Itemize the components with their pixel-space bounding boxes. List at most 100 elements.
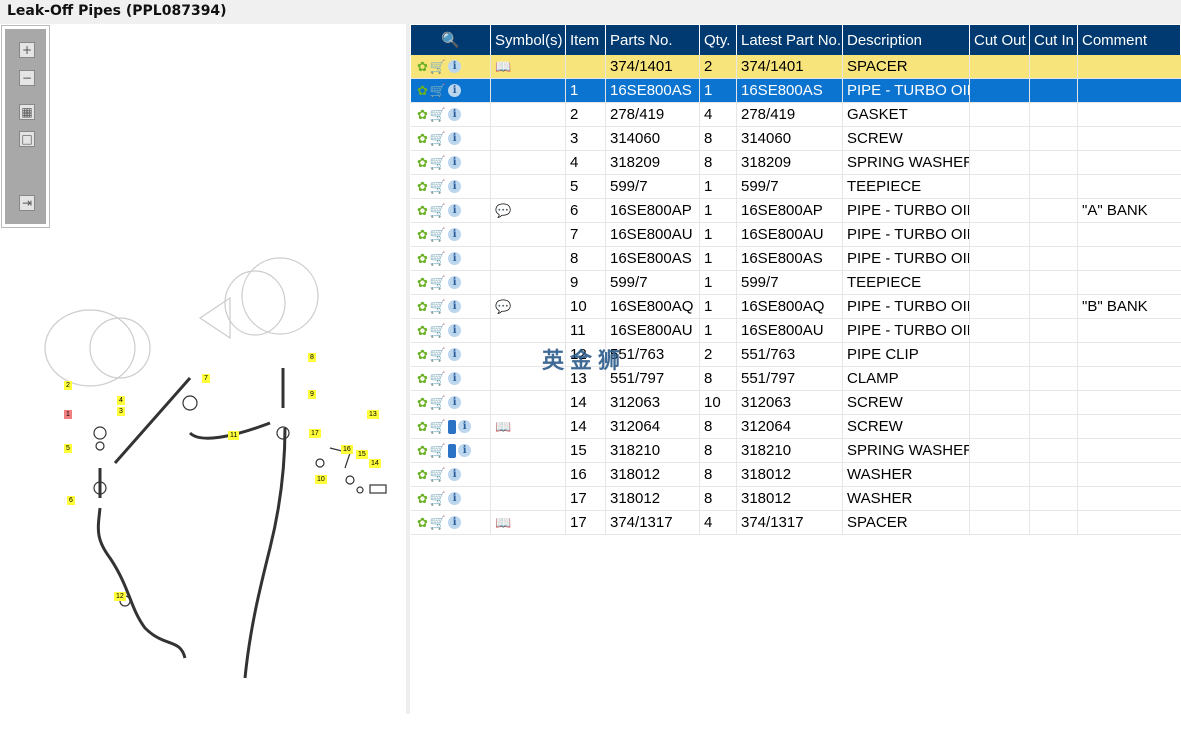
table-row[interactable]: ✿ 🛒 i 9 599/7 1 599/7 TEEPIECE [411, 271, 1181, 295]
cart-icon[interactable]: 🛒 [430, 60, 446, 73]
callout-17[interactable]: 17 [309, 429, 321, 438]
info-icon[interactable]: i [448, 180, 462, 193]
cart-icon[interactable]: 🛒 [430, 396, 446, 409]
gear-icon[interactable]: ✿ [417, 516, 428, 529]
table-row[interactable]: ✿ 🛒 i 15 318210 8 318210 SPRING WASHER [411, 439, 1181, 463]
table-row[interactable]: ✿ 🛒 i 2 278/419 4 278/419 GASKET [411, 103, 1181, 127]
exploded-diagram[interactable] [0, 48, 406, 738]
callout-7[interactable]: 7 [202, 374, 210, 383]
cart-icon[interactable]: 🛒 [430, 348, 446, 361]
cart-icon[interactable]: 🛒 [430, 492, 446, 505]
gear-icon[interactable]: ✿ [417, 276, 428, 289]
cart-icon[interactable]: 🛒 [430, 132, 446, 145]
cart-icon[interactable]: 🛒 [430, 252, 446, 265]
table-row[interactable]: ✿ 🛒 i 📖 14 312064 8 312064 SCREW [411, 415, 1181, 439]
cart-icon[interactable]: 🛒 [430, 84, 446, 97]
header-item[interactable]: Item [566, 25, 606, 55]
gear-icon[interactable]: ✿ [417, 108, 428, 121]
book-search-icon[interactable]: 📖 [495, 515, 511, 531]
info-icon[interactable]: i [448, 60, 462, 73]
info-icon[interactable]: i [448, 300, 462, 313]
fit-view-button[interactable]: ▦ [19, 104, 35, 120]
gear-icon[interactable]: ✿ [417, 420, 428, 433]
callout-4[interactable]: 4 [117, 396, 125, 405]
gear-icon[interactable]: ✿ [417, 324, 428, 337]
info-icon[interactable]: i [448, 84, 462, 97]
cart-icon[interactable]: 🛒 [430, 420, 446, 433]
table-row[interactable]: ✿ 🛒 i 5 599/7 1 599/7 TEEPIECE [411, 175, 1181, 199]
gear-icon[interactable]: ✿ [417, 468, 428, 481]
header-latest-part-no[interactable]: Latest Part No. [737, 25, 843, 55]
info-icon[interactable]: i [448, 276, 462, 289]
manual-icon[interactable] [448, 443, 457, 458]
info-icon[interactable]: i [448, 156, 462, 169]
table-row[interactable]: ✿ 🛒 i 17 318012 8 318012 WASHER [411, 487, 1181, 511]
callout-10[interactable]: 10 [315, 475, 327, 484]
cart-icon[interactable]: 🛒 [430, 444, 446, 457]
zoom-out-button[interactable]: − [19, 70, 35, 86]
cart-icon[interactable]: 🛒 [430, 276, 446, 289]
info-icon[interactable]: i [448, 204, 462, 217]
export-button[interactable]: ⇥ [19, 195, 35, 211]
gear-icon[interactable]: ✿ [417, 132, 428, 145]
gear-icon[interactable]: ✿ [417, 228, 428, 241]
cart-icon[interactable]: 🛒 [430, 228, 446, 241]
actual-size-button[interactable]: □ [19, 131, 35, 147]
header-parts-no[interactable]: Parts No. [606, 25, 700, 55]
gear-icon[interactable]: ✿ [417, 60, 428, 73]
info-icon[interactable]: i [448, 252, 462, 265]
cart-icon[interactable]: 🛒 [430, 468, 446, 481]
callout-8[interactable]: 8 [308, 353, 316, 362]
cart-icon[interactable]: 🛒 [430, 372, 446, 385]
info-icon[interactable]: i [448, 492, 462, 505]
table-row[interactable]: ✿ 🛒 i 💬 6 16SE800AP 1 16SE800AP PIPE - TURBO OIL… [411, 199, 1181, 223]
table-row[interactable]: ✿ 🛒 i 💬 10 16SE800AQ 1 16SE800AQ PIPE - TURBO OI… [411, 295, 1181, 319]
table-row[interactable]: ✿ 🛒 i 4 318209 8 318209 SPRING WASHER [411, 151, 1181, 175]
callout-6[interactable]: 6 [67, 496, 75, 505]
info-icon[interactable]: i [448, 228, 462, 241]
info-icon[interactable]: i [448, 132, 462, 145]
info-icon[interactable]: i [448, 396, 462, 409]
gear-icon[interactable]: ✿ [417, 348, 428, 361]
table-row[interactable]: ✿ 🛒 i 📖 17 374/1317 4 374/1317 SPACER [411, 511, 1181, 535]
gear-icon[interactable]: ✿ [417, 204, 428, 217]
gear-icon[interactable]: ✿ [417, 300, 428, 313]
table-row[interactable]: ✿ 🛒 i 7 16SE800AU 1 16SE800AU PIPE - TURBO OIL … [411, 223, 1181, 247]
header-cut-in[interactable]: Cut In [1030, 25, 1078, 55]
gear-icon[interactable]: ✿ [417, 252, 428, 265]
table-row[interactable]: ✿ 🛒 i 16 318012 8 318012 WASHER [411, 463, 1181, 487]
callout-12[interactable]: 12 [114, 592, 126, 601]
cart-icon[interactable]: 🛒 [430, 180, 446, 193]
panel-splitter[interactable] [406, 24, 410, 714]
cart-icon[interactable]: 🛒 [430, 156, 446, 169]
search-parts-icon[interactable]: 🔍 [411, 25, 491, 55]
gear-icon[interactable]: ✿ [417, 156, 428, 169]
header-comment[interactable]: Comment [1078, 25, 1181, 55]
info-icon[interactable]: i [448, 348, 462, 361]
callout-13[interactable]: 13 [367, 410, 379, 419]
info-icon[interactable]: i [458, 420, 472, 433]
header-symbols[interactable]: Symbol(s) [491, 25, 566, 55]
table-row[interactable]: ✿ 🛒 i 14 312063 10 312063 SCREW [411, 391, 1181, 415]
table-row[interactable]: ✿ 🛒 i 8 16SE800AS 1 16SE800AS PIPE - TURBO OIL … [411, 247, 1181, 271]
info-icon[interactable]: i [448, 324, 462, 337]
book-search-icon[interactable]: 📖 [495, 419, 511, 435]
info-icon[interactable]: i [448, 468, 462, 481]
table-row[interactable]: ✿ 🛒 i 3 314060 8 314060 SCREW [411, 127, 1181, 151]
gear-icon[interactable]: ✿ [417, 396, 428, 409]
comment-icon[interactable]: 💬 [495, 299, 511, 315]
cart-icon[interactable]: 🛒 [430, 324, 446, 337]
callout-1[interactable]: 1 [64, 410, 72, 419]
header-qty[interactable]: Qty. [700, 25, 737, 55]
callout-3[interactable]: 3 [117, 407, 125, 416]
header-description[interactable]: Description [843, 25, 970, 55]
info-icon[interactable]: i [448, 372, 462, 385]
table-row[interactable]: ✿ 🛒 i 1 16SE800AS 1 16SE800AS PIPE - TURBO OIL … [411, 79, 1181, 103]
gear-icon[interactable]: ✿ [417, 180, 428, 193]
callout-15[interactable]: 15 [356, 450, 368, 459]
callout-2[interactable]: 2 [64, 381, 72, 390]
gear-icon[interactable]: ✿ [417, 372, 428, 385]
comment-icon[interactable]: 💬 [495, 203, 511, 219]
gear-icon[interactable]: ✿ [417, 492, 428, 505]
callout-9[interactable]: 9 [308, 390, 316, 399]
